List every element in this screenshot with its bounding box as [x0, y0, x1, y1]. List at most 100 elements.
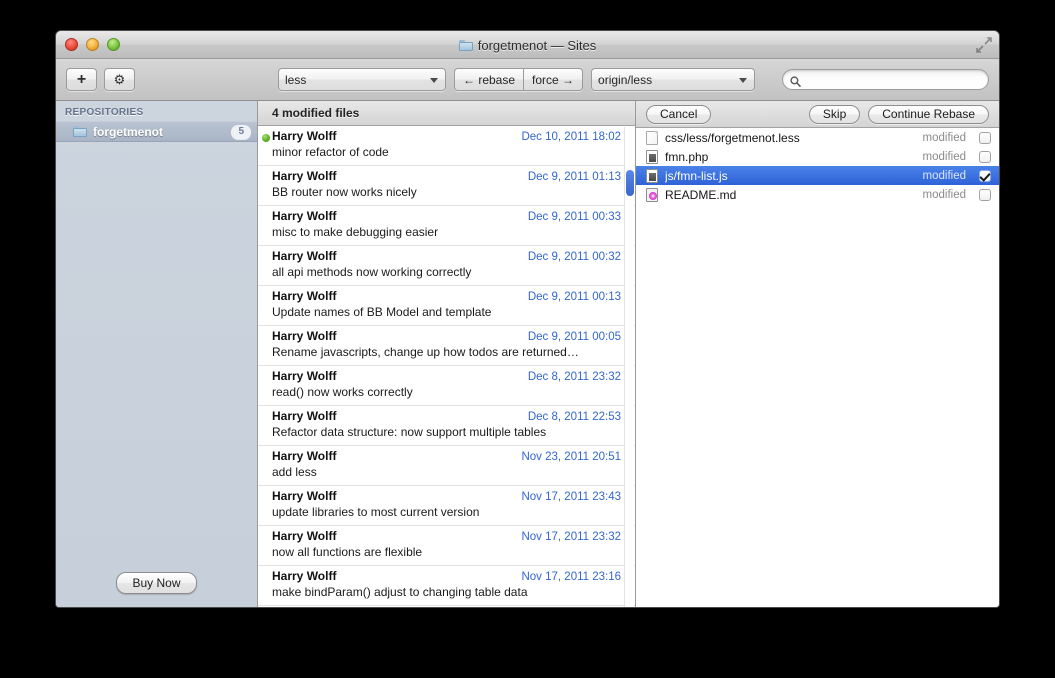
folder-icon	[73, 126, 87, 137]
commit-row-header: Harry Wolff Dec 9, 2011 00:33	[272, 209, 621, 223]
commit-date: Dec 9, 2011 00:32	[527, 251, 621, 263]
code-document-icon	[646, 168, 658, 183]
commit-row[interactable]: Harry Wolff Dec 8, 2011 22:53 Refactor dat…	[258, 406, 635, 446]
files-pane-toolbar: Cancel Skip Continue Rebase	[636, 101, 999, 128]
commit-date: Dec 9, 2011 00:13	[527, 291, 621, 303]
rebase-button[interactable]: ← rebase	[454, 68, 524, 91]
file-list: css/less/forgetmenot.less modified fmn.php…	[636, 128, 999, 204]
window-controls	[65, 38, 120, 51]
file-row[interactable]: fmn.php modified	[636, 147, 999, 166]
file-checkbox[interactable]	[979, 131, 991, 144]
cancel-button[interactable]: Cancel	[646, 104, 712, 124]
commit-list-scrollbar[interactable]	[624, 127, 634, 607]
commit-list-header: 4 modified files	[258, 101, 635, 126]
commit-row-header: Harry Wolff Dec 9, 2011 00:05	[272, 329, 621, 343]
commit-row[interactable]: Harry Wolff Dec 8, 2011 23:32 read() now w…	[258, 366, 635, 406]
file-status: modified	[922, 188, 966, 201]
search-input[interactable]	[805, 71, 975, 88]
add-repository-button[interactable]: +	[66, 68, 97, 91]
commit-row-header: Harry Wolff Dec 9, 2011 00:13	[272, 289, 621, 303]
window-title-group: forgetmenot — Sites	[56, 31, 999, 59]
commit-message: make bindParam() adjust to changing tabl…	[272, 585, 528, 599]
commit-date: Dec 9, 2011 00:05	[527, 331, 621, 343]
commit-message: misc to make debugging easier	[272, 225, 439, 239]
commit-row-header: Harry Wolff Dec 8, 2011 22:53	[272, 409, 621, 423]
commit-message: update libraries to most current version	[272, 505, 480, 519]
commit-date: Dec 8, 2011 23:32	[527, 371, 621, 383]
commit-message: now all functions are flexible	[272, 545, 423, 559]
commit-author: Harry Wolff	[272, 209, 337, 223]
file-row[interactable]: css/less/forgetmenot.less modified	[636, 128, 999, 147]
chevron-down-icon	[739, 77, 748, 83]
commit-row[interactable]: Harry Wolff Dec 9, 2011 01:13 BB router no…	[258, 166, 635, 206]
file-name: css/less/forgetmenot.less	[665, 130, 800, 145]
branch-select[interactable]: less	[278, 68, 446, 91]
file-status: modified	[922, 131, 966, 144]
sidebar-item-forgetmenot[interactable]: forgetmenot 5	[56, 121, 257, 142]
rebase-segmented-control: ← rebase force →	[454, 68, 584, 91]
commit-list-scroll-area[interactable]: Harry Wolff Dec 10, 2011 18:02 minor refac…	[258, 126, 635, 607]
force-button[interactable]: force →	[523, 68, 584, 91]
fullscreen-arrows-icon[interactable]	[975, 36, 993, 54]
window-body: REPOSITORIES forgetmenot 5 Buy Now 4 mod…	[56, 101, 999, 607]
remote-branch-select[interactable]: origin/less	[591, 68, 756, 91]
commit-row-header: Harry Wolff Nov 17, 2011 23:43	[272, 489, 621, 503]
commit-author: Harry Wolff	[272, 489, 337, 503]
minimize-button[interactable]	[86, 38, 99, 51]
commit-message: all api methods now working correctly	[272, 265, 472, 279]
commit-row[interactable]: Harry Wolff Dec 9, 2011 00:05 Rename javas…	[258, 326, 635, 366]
commit-row-header: Harry Wolff Nov 17, 2011 23:32	[272, 529, 621, 543]
file-checkbox[interactable]	[979, 169, 991, 182]
commit-row-header: Harry Wolff Dec 8, 2011 23:32	[272, 369, 621, 383]
search-field[interactable]	[782, 69, 989, 90]
commit-message: Update names of BB Model and template	[272, 305, 492, 319]
commit-author: Harry Wolff	[272, 329, 337, 343]
close-button[interactable]	[65, 38, 78, 51]
commit-row[interactable]: Harry Wolff Dec 9, 2011 00:33 misc to make…	[258, 206, 635, 246]
file-checkbox[interactable]	[979, 150, 991, 163]
commit-row[interactable]: Harry Wolff Dec 10, 2011 18:02 minor refac…	[258, 126, 635, 166]
commit-date: Dec 8, 2011 22:53	[527, 411, 621, 423]
file-row[interactable]: js/fmn-list.js modified	[636, 166, 999, 185]
commit-row[interactable]: Harry Wolff Nov 17, 2011 23:43 update libr…	[258, 486, 635, 526]
commit-row[interactable]: Harry Wolff Dec 9, 2011 00:13 Update names…	[258, 286, 635, 326]
commit-author: Harry Wolff	[272, 449, 337, 463]
commit-row[interactable]: Harry Wolff Nov 17, 2011 23:16 make bindPa…	[258, 566, 635, 606]
commit-list-scrollbar-thumb[interactable]	[626, 170, 634, 196]
skip-button[interactable]: Skip	[808, 104, 861, 124]
commit-row-header: Harry Wolff Nov 23, 2011 20:51	[272, 449, 621, 463]
continue-rebase-button[interactable]: Continue Rebase	[868, 104, 989, 124]
sidebar-item-badge: 5	[231, 124, 251, 139]
commit-status-dot-icon	[262, 134, 270, 142]
chevron-down-icon	[430, 77, 438, 83]
commit-row-header: Harry Wolff Dec 10, 2011 18:02	[272, 129, 621, 143]
window-title: forgetmenot — Sites	[477, 37, 597, 53]
markdown-document-icon	[646, 187, 658, 202]
file-status: modified	[922, 169, 966, 182]
folder-icon	[458, 39, 473, 51]
commit-message: Rename javascripts, change up how todos …	[272, 345, 579, 359]
buy-now-button[interactable]: Buy Now	[116, 572, 197, 594]
file-name: js/fmn-list.js	[665, 168, 728, 183]
gear-icon: ⚙	[113, 72, 126, 87]
search-icon	[790, 74, 801, 87]
sidebar-section-header: REPOSITORIES	[65, 107, 144, 118]
commit-row[interactable]: Harry Wolff Nov 17, 2011 23:32 now all fun…	[258, 526, 635, 566]
commit-message: minor refactor of code	[272, 145, 389, 159]
file-row[interactable]: README.md modified	[636, 185, 999, 204]
commit-row-header: Harry Wolff Dec 9, 2011 01:13	[272, 169, 621, 183]
app-window: forgetmenot — Sites + ⚙ less ← rebase fo…	[55, 30, 1000, 608]
commit-row[interactable]: Harry Wolff Nov 23, 2011 20:51 add less	[258, 446, 635, 486]
settings-button[interactable]: ⚙	[104, 68, 135, 91]
file-name: README.md	[665, 187, 737, 202]
commit-row[interactable]: Harry Wolff Dec 9, 2011 00:32 all api meth…	[258, 246, 635, 286]
code-document-icon	[646, 149, 658, 164]
commit-message: read() now works correctly	[272, 385, 413, 399]
commit-author: Harry Wolff	[272, 569, 337, 583]
file-checkbox[interactable]	[979, 188, 991, 201]
commit-date: Dec 9, 2011 01:13	[527, 171, 621, 183]
zoom-button[interactable]	[107, 38, 120, 51]
commit-date: Nov 23, 2011 20:51	[521, 451, 621, 463]
commit-message: Refactor data structure: now support mul…	[272, 425, 547, 439]
